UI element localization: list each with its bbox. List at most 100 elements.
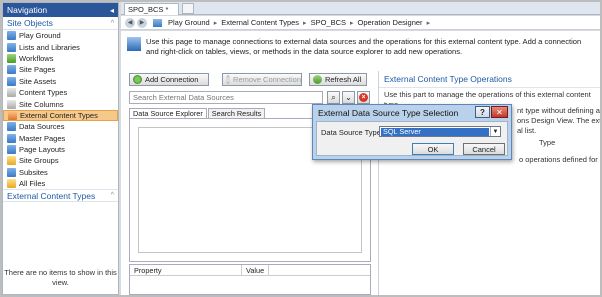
clear-search-button[interactable]: × [357,91,370,104]
master-page-icon [7,133,16,143]
operations-empty-message: o operations defined for this [519,155,602,164]
close-icon: × [359,93,368,102]
new-tab-icon[interactable] [182,3,194,14]
sidebar-item-label: Page Layouts [19,145,65,155]
tab-spo-bcs[interactable]: SPO_BCS * [124,3,179,15]
data-source-type-dialog: External Data Source Type Selection ? ✕ … [312,104,512,160]
workflow-icon [7,53,16,63]
sidebar-item-label: All Files [19,179,46,189]
add-icon [133,75,142,84]
document-tab-bar: SPO_BCS * [121,2,600,15]
sidebar-item-play-ground[interactable]: Play Ground [3,30,118,41]
navigation-header: Navigation ◂ [3,3,118,17]
breadcrumb-separator-icon: ▸ [426,19,431,27]
breadcrumb-item[interactable]: Operation Designer [358,18,423,27]
sidebar-item-external-content-types[interactable]: External Content Types [3,109,118,122]
search-options-button[interactable]: ⌄ [342,91,355,104]
navigation-title: Navigation [7,5,48,15]
sidebar-item-label: Site Groups [19,156,59,166]
site-objects-title: Site Objects [7,18,53,28]
sidebar-item-site-groups[interactable]: Site Groups [3,155,118,166]
value-column-header[interactable]: Value [242,265,270,275]
site-icon [7,31,16,41]
navigation-pane: Navigation ◂ Site Objects ^ Play Ground L… [2,2,119,295]
sidebar-item-content-types[interactable]: Content Types [3,87,118,98]
external-content-icon [8,110,17,120]
sidebar-item-label: Data Sources [19,122,65,132]
add-connection-button[interactable]: Add Connection [129,73,209,86]
page-icon [7,65,16,75]
collapse-arrow-icon[interactable]: ◂ [110,6,114,15]
remove-icon [226,75,231,84]
external-content-types-header[interactable]: External Content Types ^ [3,189,118,203]
properties-header: Property Value [130,265,370,276]
chevron-down-icon: ⌄ [345,93,352,102]
properties-grid: Property Value [129,264,371,295]
explorer-tabs: Data Source Explorer Search Results [129,108,266,118]
refresh-icon [313,75,322,84]
data-source-type-select[interactable]: SQL Server ▼ [379,126,501,137]
search-row: ⌕ ⌄ × [129,91,371,104]
sidebar-item-label: Play Ground [19,31,61,41]
site-home-icon [153,18,162,27]
remove-connection-button[interactable]: Remove Connection [222,73,302,86]
refresh-all-button[interactable]: Refresh All [309,73,367,86]
operation-designer: Use this page to manage connections to e… [121,31,602,295]
list-icon [7,42,16,52]
tab-data-source-explorer[interactable]: Data Source Explorer [129,108,207,118]
files-icon [7,179,16,189]
remove-connection-label: Remove Connection [233,75,301,84]
breadcrumb-item[interactable]: External Content Types [221,18,299,27]
column-icon [7,99,16,109]
collapse-caret-icon[interactable]: ^ [111,192,114,199]
data-source-type-label: Data Source Type [321,128,381,137]
sidebar-item-site-assets[interactable]: Site Assets [3,76,118,87]
operations-text-fragment: ons Design View. The externa [517,116,602,125]
search-button[interactable]: ⌕ [327,91,340,104]
page-description: Use this page to manage connections to e… [127,37,595,57]
sidebar-item-label: Lists and Libraries [19,42,80,52]
close-icon[interactable]: ✕ [491,106,508,118]
site-objects-list: Play Ground Lists and Libraries Workflows S… [3,30,118,189]
sidebar-item-site-pages[interactable]: Site Pages [3,64,118,75]
sidebar-item-subsites[interactable]: Subsites [3,167,118,178]
site-objects-header[interactable]: Site Objects ^ [3,17,118,30]
subsite-icon [7,167,16,177]
search-icon: ⌕ [331,92,336,102]
sidebar-item-workflows[interactable]: Workflows [3,53,118,64]
sidebar-item-site-columns[interactable]: Site Columns [3,98,118,109]
refresh-all-label: Refresh All [325,75,362,84]
ok-button[interactable]: OK [412,143,454,155]
description-text: Use this page to manage connections to e… [146,37,582,56]
tab-search-results[interactable]: Search Results [207,108,266,118]
breadcrumb-item[interactable]: SPO_BCS [311,18,346,27]
collapse-caret-icon[interactable]: ^ [111,20,114,27]
help-icon[interactable]: ? [475,106,490,118]
sidebar-item-label: Content Types [19,88,68,98]
sidebar-item-label: Subsites [19,167,48,177]
empty-list-message: There are no items to show in this view. [4,268,117,287]
sidebar-item-label: Site Assets [19,76,57,86]
sidebar-item-master-pages[interactable]: Master Pages [3,133,118,144]
cancel-button[interactable]: Cancel [463,143,505,155]
sidebar-item-label: Workflows [19,53,54,63]
sidebar-item-lists-and-libraries[interactable]: Lists and Libraries [3,41,118,52]
breadcrumb: ◀ ▶ Play Ground ▸ External Content Types… [121,16,600,30]
property-column-header[interactable]: Property [130,265,242,275]
chevron-down-icon[interactable]: ▼ [490,127,500,136]
data-source-icon [7,122,16,132]
asset-icon [7,76,16,86]
sidebar-item-page-layouts[interactable]: Page Layouts [3,144,118,155]
forward-icon[interactable]: ▶ [137,17,147,28]
sidebar-item-data-sources[interactable]: Data Sources [3,121,118,132]
search-input[interactable] [129,91,323,104]
breadcrumb-item[interactable]: Play Ground [168,18,210,27]
breadcrumb-separator-icon: ▸ [213,19,218,27]
breadcrumb-separator-icon: ▸ [303,19,307,27]
sidebar-item-all-files[interactable]: All Files [3,178,118,189]
layout-icon [7,145,16,155]
external-content-types-title: External Content Types [7,190,96,201]
sidebar-item-label: Site Pages [19,65,56,75]
back-icon[interactable]: ◀ [125,17,135,28]
sidebar-item-label: Master Pages [19,133,66,143]
